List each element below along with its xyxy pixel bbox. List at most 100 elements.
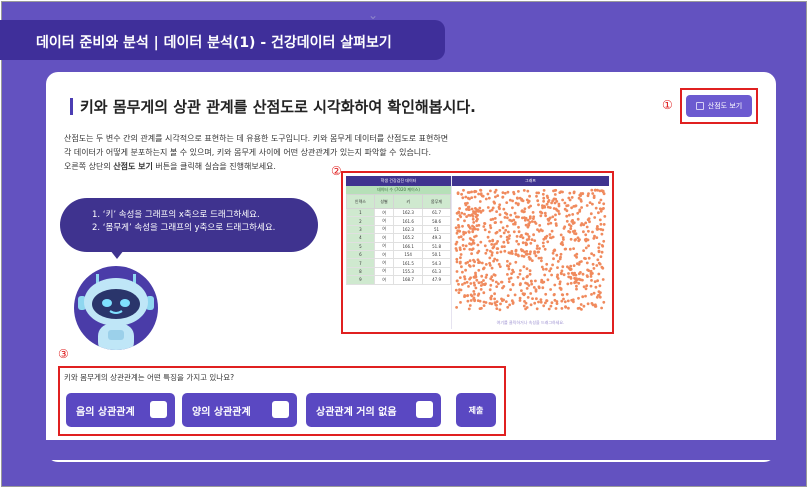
scatter-dot bbox=[600, 250, 604, 254]
scatter-dot bbox=[577, 263, 581, 266]
scatter-dot bbox=[597, 272, 601, 276]
scatter-dot bbox=[565, 292, 569, 296]
scatter-dot bbox=[466, 294, 469, 298]
scatter-dot bbox=[533, 301, 537, 305]
scatter-dot bbox=[486, 192, 490, 196]
scatter-dot bbox=[553, 249, 557, 252]
scatter-dot bbox=[568, 191, 572, 195]
scatter-dot bbox=[474, 271, 477, 275]
scatter-dot bbox=[580, 206, 583, 209]
scatter-dot bbox=[477, 223, 481, 227]
scatter-dot bbox=[542, 196, 546, 200]
scatter-dot bbox=[484, 251, 488, 255]
checkbox[interactable] bbox=[416, 401, 433, 418]
data-table: 인덱스 성별 키 몸무게 1 여 162.3 61.7 2 여 161.6 58.6 3여1… bbox=[346, 194, 451, 285]
scatter-dot bbox=[499, 220, 503, 224]
scatter-dot bbox=[507, 280, 511, 283]
scatter-dot bbox=[567, 223, 571, 226]
scatter-dot bbox=[573, 281, 576, 285]
scatter-dot bbox=[590, 302, 594, 305]
scatter-dot bbox=[461, 196, 465, 200]
scatter-dot bbox=[455, 279, 459, 283]
scatter-dot bbox=[503, 191, 507, 195]
scatter-dot bbox=[502, 207, 506, 211]
scatter-dot bbox=[567, 213, 571, 217]
robot-mascot-image bbox=[74, 266, 158, 350]
scatter-dot bbox=[521, 249, 525, 252]
scatter-dot bbox=[456, 218, 460, 221]
scatter-dot bbox=[501, 191, 505, 194]
scatter-dot bbox=[589, 212, 593, 216]
scatter-dot bbox=[523, 207, 527, 211]
scatter-dot bbox=[474, 286, 478, 290]
option-positive-correlation[interactable]: 양의 상관관계 bbox=[182, 393, 297, 427]
scatter-dot bbox=[498, 308, 502, 312]
scatter-dot bbox=[602, 239, 606, 243]
scatter-dot bbox=[505, 201, 509, 204]
scatter-dot bbox=[544, 301, 547, 305]
scatter-dot bbox=[487, 230, 491, 234]
scatter-dot bbox=[515, 215, 519, 219]
scatter-dot bbox=[524, 232, 528, 236]
option-negative-correlation[interactable]: 음의 상관관계 bbox=[66, 393, 175, 427]
scatter-dot bbox=[482, 225, 486, 228]
scatter-dot bbox=[506, 216, 509, 220]
scatter-dot bbox=[569, 264, 573, 268]
scatter-dot bbox=[490, 253, 494, 257]
scatter-dot bbox=[528, 215, 532, 219]
scatter-dot bbox=[529, 250, 532, 254]
scatter-dot bbox=[498, 213, 502, 217]
scatter-dot bbox=[536, 199, 540, 203]
scatter-dot bbox=[542, 304, 546, 308]
table-cell: 47.9 bbox=[422, 275, 451, 285]
scatter-dot bbox=[598, 189, 602, 193]
scatter-dot bbox=[537, 229, 541, 233]
checkbox[interactable] bbox=[272, 401, 289, 418]
scatter-dot bbox=[598, 201, 601, 204]
scatter-dot bbox=[489, 189, 492, 193]
scatter-dot bbox=[591, 202, 594, 206]
scatter-dot bbox=[493, 297, 496, 301]
scatter-dot bbox=[490, 266, 494, 270]
scatter-dot bbox=[488, 302, 492, 305]
scatter-dot bbox=[522, 304, 526, 308]
scatter-dot bbox=[592, 267, 596, 270]
option-no-correlation[interactable]: 상관관계 거의 없음 bbox=[306, 393, 441, 427]
scatter-dot bbox=[577, 281, 581, 285]
description-line-3-post: 버튼을 클릭해 실습을 진행해보세요. bbox=[152, 162, 276, 171]
scatter-dot bbox=[511, 301, 515, 304]
scatter-dot bbox=[584, 294, 587, 298]
scatter-dot bbox=[522, 189, 526, 192]
scatter-dot bbox=[555, 302, 559, 305]
scatter-dot bbox=[457, 235, 461, 239]
table-cell: 여 bbox=[373, 249, 395, 260]
scatter-dot bbox=[565, 209, 569, 213]
scatter-dot bbox=[458, 261, 462, 265]
scatter-dot bbox=[484, 197, 488, 201]
scatter-dot bbox=[595, 227, 599, 230]
submit-button[interactable]: 제출 bbox=[456, 393, 496, 427]
scatter-dot bbox=[459, 253, 463, 256]
table-cell: 7 bbox=[346, 258, 375, 268]
scatter-view-button[interactable]: 산점도 보기 bbox=[686, 95, 752, 117]
scatter-dot bbox=[489, 218, 493, 221]
embedded-app-screenshot[interactable]: 학생 건강검진 데이터 데이터 수 (7020 케이스) 인덱스 성별 키 몸무… bbox=[346, 176, 609, 329]
scatter-dot bbox=[603, 215, 607, 218]
scatter-dot bbox=[477, 281, 481, 285]
scatter-dot bbox=[594, 206, 598, 210]
scatter-dot bbox=[457, 224, 460, 227]
scatter-dot bbox=[585, 261, 589, 265]
scatter-dot bbox=[546, 278, 550, 282]
scatter-dot bbox=[582, 223, 586, 227]
page-title: 데이터 준비와 분석 | 데이터 분석(1) - 건강데이터 살펴보기 bbox=[36, 35, 392, 51]
scatter-dot bbox=[499, 302, 502, 306]
scatter-dot bbox=[479, 192, 483, 196]
table-cell: 5 bbox=[346, 241, 375, 251]
scatter-dot bbox=[602, 202, 606, 206]
scatter-dot bbox=[599, 228, 603, 231]
scatter-dot bbox=[492, 273, 496, 276]
scatter-dot bbox=[596, 279, 599, 283]
scatter-dot bbox=[472, 275, 476, 279]
checkbox[interactable] bbox=[150, 401, 167, 418]
scatter-dot bbox=[460, 192, 463, 196]
